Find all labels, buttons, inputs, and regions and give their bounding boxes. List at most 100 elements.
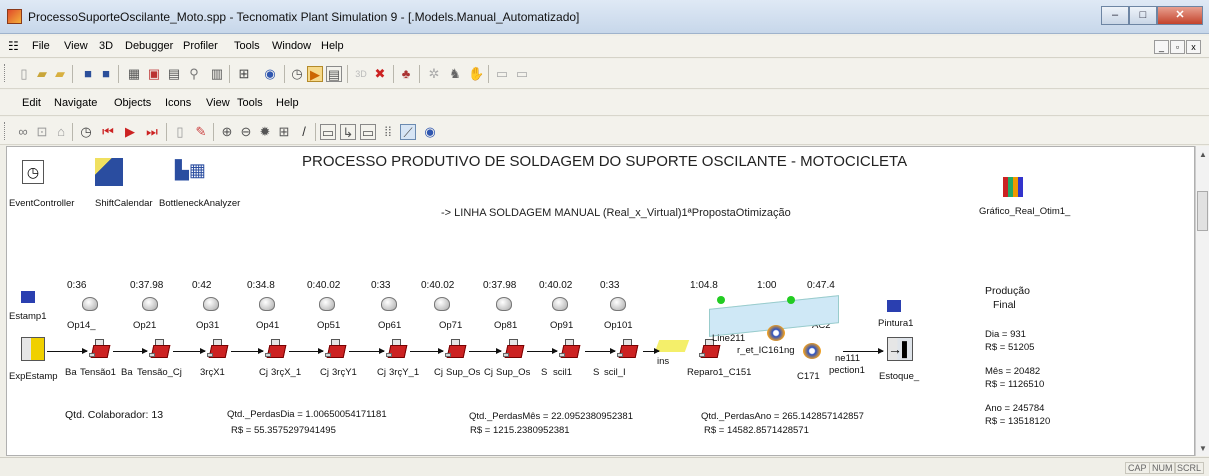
grid-icon[interactable]: ⊞ — [276, 124, 292, 140]
flow-arrow — [527, 348, 558, 354]
scroll-down-icon[interactable]: ▼ — [1199, 444, 1207, 453]
menu-icons[interactable]: Icons — [165, 97, 191, 109]
source-icon[interactable] — [21, 291, 35, 303]
station-label: 3rçY_1 — [389, 367, 420, 378]
event-controller-icon[interactable]: ◷ — [22, 160, 44, 184]
scroll-up-icon[interactable]: ▲ — [1199, 150, 1207, 159]
home-icon[interactable]: ⌂ — [53, 124, 69, 140]
tools-icon[interactable]: ✋ — [468, 66, 484, 82]
3d-icon[interactable]: 3D — [353, 66, 369, 82]
model-canvas[interactable]: PROCESSO PRODUTIVO DE SOLDAGEM DO SUPORT… — [6, 146, 1195, 456]
tree-icon[interactable]: ✲ — [426, 66, 442, 82]
toggle-icon[interactable]: ▶ — [307, 66, 323, 82]
trash-icon[interactable]: ▯ — [172, 124, 188, 140]
toolbar-separator — [72, 65, 73, 83]
toolbar-grip[interactable] — [4, 64, 7, 82]
bottleneck-analyzer-icon[interactable]: ▙▦ — [175, 160, 206, 186]
dots-icon[interactable]: ⁞⁞ — [380, 124, 396, 140]
network-icon[interactable]: ⊞ — [236, 66, 252, 82]
menu-window[interactable]: Window — [272, 40, 311, 52]
maximize-button[interactable]: □ — [1129, 6, 1157, 25]
play-icon[interactable]: ▶ — [122, 124, 138, 140]
clock-icon[interactable]: ◷ — [289, 66, 305, 82]
vertical-scrollbar[interactable]: ▲ ▼ — [1195, 146, 1209, 456]
station-label: Op41 — [256, 320, 280, 331]
route-icon[interactable]: ⟋ — [400, 124, 416, 140]
welding-station-icon[interactable] — [265, 339, 287, 361]
frame-list-icon[interactable]: ▤ — [166, 66, 182, 82]
help-icon[interactable]: ◉ — [422, 124, 438, 140]
line-icon[interactable]: ↳ — [340, 124, 356, 140]
minimize-button[interactable]: – — [1101, 6, 1129, 25]
reset-icon[interactable]: ⏮ — [100, 124, 116, 140]
panel2-icon[interactable]: ▭ — [514, 66, 530, 82]
mdi-minimize-button[interactable]: _ — [1154, 40, 1169, 54]
scroll-thumb[interactable] — [1197, 191, 1208, 231]
robot-icon[interactable] — [803, 343, 821, 359]
mdi-close-button[interactable]: x — [1186, 40, 1201, 54]
frame-icon[interactable]: ▦ — [126, 66, 142, 82]
close-button[interactable]: ✕ — [1157, 6, 1203, 25]
menu-edit[interactable]: Edit — [22, 97, 41, 109]
folder-icon[interactable]: ▰ — [52, 66, 68, 82]
window-icon[interactable]: ▤ — [326, 66, 342, 82]
zoom-in-icon[interactable]: ⊕ — [219, 124, 235, 140]
menu-debugger[interactable]: Debugger — [125, 40, 173, 52]
toolbar-separator — [229, 65, 230, 83]
menu-objects[interactable]: Objects — [114, 97, 151, 109]
brush-icon[interactable]: ✎ — [193, 124, 209, 140]
wand-icon[interactable]: ⚲ — [186, 66, 202, 82]
welding-station-icon[interactable] — [386, 339, 408, 361]
welding-station-icon[interactable] — [325, 339, 347, 361]
station-label: scil_I — [604, 367, 626, 378]
zoom-out-icon[interactable]: ⊖ — [238, 124, 254, 140]
frame-menu-bar: Edit Navigate Objects Icons View Tools H… — [0, 90, 1209, 116]
new-icon[interactable]: ▯ — [16, 66, 32, 82]
welding-station-icon[interactable] — [89, 339, 111, 361]
comment-icon[interactable]: ▭ — [360, 124, 376, 140]
save-all-icon[interactable]: ■ — [98, 66, 114, 82]
menu-tools-frame[interactable]: Tools — [237, 97, 263, 109]
connector-icon[interactable]: ▭ — [320, 124, 336, 140]
welding-station-icon[interactable] — [149, 339, 171, 361]
cancel-icon[interactable]: ✖ — [372, 66, 388, 82]
clock-icon[interactable]: ◷ — [78, 124, 94, 140]
menu-help-frame[interactable]: Help — [276, 97, 299, 109]
welding-station-icon[interactable] — [445, 339, 467, 361]
shift-calendar-icon[interactable] — [95, 158, 123, 186]
menu-profiler[interactable]: Profiler — [183, 40, 218, 52]
pencil-icon[interactable]: / — [296, 124, 312, 140]
robot-icon[interactable] — [767, 325, 785, 341]
menu-3d[interactable]: 3D — [99, 40, 113, 52]
menu-file[interactable]: File — [32, 40, 50, 52]
class-icon[interactable]: ♞ — [447, 66, 463, 82]
puzzle-icon[interactable]: ♣ — [398, 66, 414, 82]
panel-icon[interactable]: ▭ — [494, 66, 510, 82]
step-icon[interactable]: ⏭ — [144, 124, 160, 140]
mdi-restore-button[interactable]: ▫ — [1170, 40, 1185, 54]
welding-station-icon[interactable] — [207, 339, 229, 361]
menu-view-frame[interactable]: View — [206, 97, 230, 109]
welding-station-icon[interactable] — [559, 339, 581, 361]
chart-icon[interactable] — [1003, 177, 1023, 197]
zoom-box-icon[interactable]: ⊡ — [34, 124, 50, 140]
storage-icon[interactable]: →▌ — [887, 337, 913, 361]
menu-navigate[interactable]: Navigate — [54, 97, 97, 109]
frame-30-icon[interactable]: ▣ — [146, 66, 162, 82]
menu-tools[interactable]: Tools — [234, 40, 260, 52]
sun-icon[interactable]: ✹ — [257, 124, 273, 140]
library-icon[interactable]: ▥ — [209, 66, 225, 82]
open-icon[interactable]: ▰ — [34, 66, 50, 82]
paint-icon[interactable] — [887, 300, 901, 312]
system-menu-icon[interactable]: ☷ — [8, 39, 19, 53]
save-icon[interactable]: ■ — [80, 66, 96, 82]
exit-station-icon[interactable] — [21, 337, 45, 361]
menu-help[interactable]: Help — [321, 40, 344, 52]
help-icon[interactable]: ◉ — [262, 66, 278, 82]
welding-station-icon[interactable] — [503, 339, 525, 361]
welding-station-icon[interactable] — [617, 339, 639, 361]
flow-arrow — [47, 348, 88, 354]
binoculars-icon[interactable]: ∞ — [15, 124, 31, 140]
menu-view[interactable]: View — [64, 40, 88, 52]
toolbar-grip[interactable] — [4, 122, 7, 140]
